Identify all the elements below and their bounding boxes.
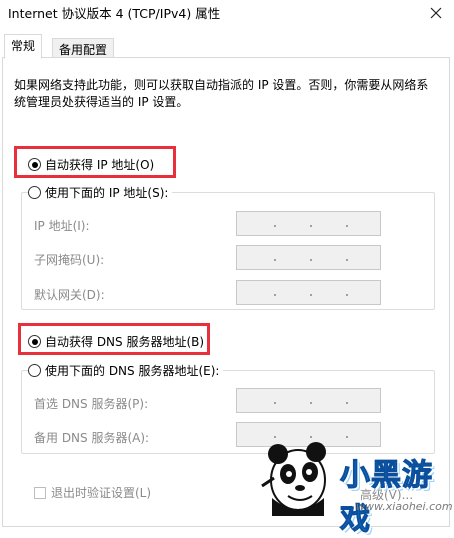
ip-address-label: IP 地址(I): — [34, 219, 90, 233]
tab-general-label: 常规 — [11, 39, 36, 53]
watermark-logo: 小黑游戏 www.xiaohei.com — [258, 438, 454, 538]
subnet-mask-input[interactable] — [236, 245, 381, 270]
dns-manual-radio[interactable] — [28, 364, 41, 377]
window-title: Internet 协议版本 4 (TCP/IPv4) 属性 — [8, 6, 221, 21]
dns-auto-option[interactable]: 自动获得 DNS 服务器地址(B) — [28, 333, 204, 350]
default-gateway-input[interactable] — [236, 280, 381, 305]
description-text: 如果网络支持此功能，则可以获取自动指派的 IP 设置。否则，你需要从网络系统管理… — [14, 78, 429, 109]
dns-auto-label: 自动获得 DNS 服务器地址(B) — [45, 335, 205, 349]
tab-alternate-config[interactable]: 备用配置 — [52, 38, 115, 58]
watermark-text: 小黑游戏 — [340, 458, 433, 538]
default-gateway-label: 默认网关(D): — [34, 288, 105, 302]
tab-general[interactable]: 常规 — [4, 34, 43, 59]
ip-manual-radio[interactable] — [28, 186, 41, 199]
close-button[interactable] — [418, 0, 454, 26]
ip-manual-label: 使用下面的 IP 地址(S): — [45, 186, 169, 200]
dns-auto-radio[interactable] — [28, 335, 41, 348]
close-icon — [430, 7, 442, 19]
dns-manual-label: 使用下面的 DNS 服务器地址(E): — [45, 364, 220, 378]
ip-auto-radio[interactable] — [28, 158, 41, 171]
tab-alternate-config-label: 备用配置 — [59, 43, 108, 57]
watermark-url: www.xiaohei.com — [356, 500, 453, 513]
dns-manual-option[interactable]: 使用下面的 DNS 服务器地址(E): — [28, 362, 224, 379]
subnet-mask-label: 子网掩码(U): — [34, 253, 105, 267]
alternate-dns-label: 备用 DNS 服务器(A): — [34, 431, 150, 445]
ip-manual-option[interactable]: 使用下面的 IP 地址(S): — [28, 184, 173, 201]
validate-on-exit-checkbox[interactable] — [34, 486, 46, 499]
ip-auto-option[interactable]: 自动获得 IP 地址(O) — [28, 156, 154, 173]
preferred-dns-input[interactable] — [236, 388, 381, 413]
validate-on-exit-option[interactable]: 退出时验证设置(L) — [34, 484, 151, 501]
preferred-dns-label: 首选 DNS 服务器(P): — [34, 397, 149, 411]
ip-address-input[interactable] — [236, 211, 381, 236]
validate-on-exit-label: 退出时验证设置(L) — [51, 486, 152, 500]
title-bar: Internet 协议版本 4 (TCP/IPv4) 属性 — [0, 0, 454, 30]
ip-auto-label: 自动获得 IP 地址(O) — [45, 158, 155, 172]
tab-bar: 常规 备用配置 — [0, 34, 454, 59]
